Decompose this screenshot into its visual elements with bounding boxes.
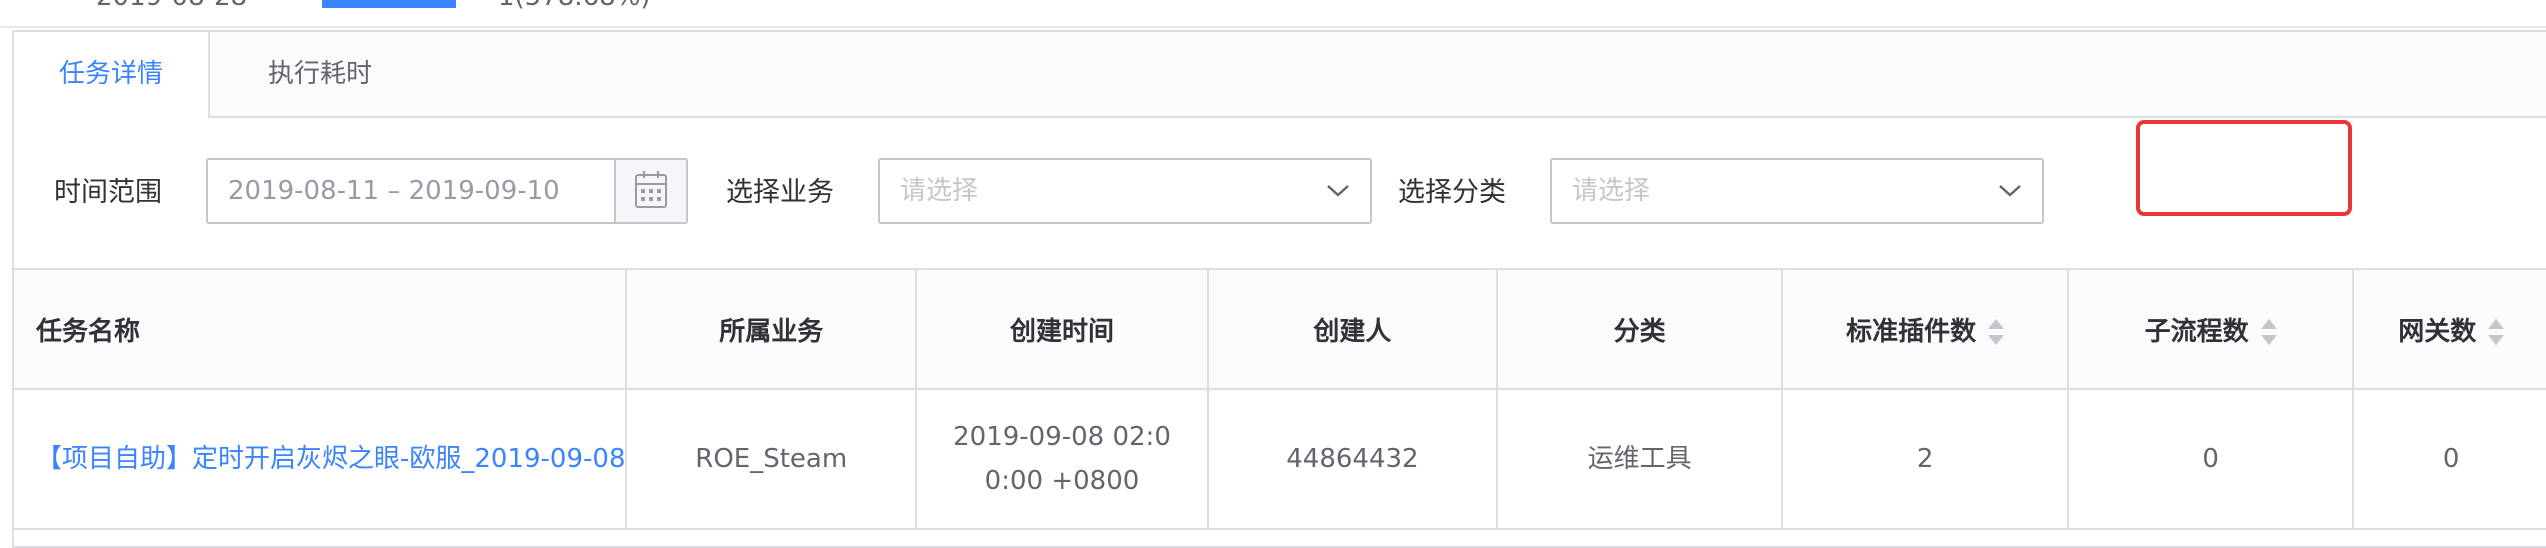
cell-plugin-count: 2: [1782, 389, 2069, 530]
cell-gateway-count: 0: [2353, 389, 2546, 530]
category-label: 选择分类: [1398, 177, 1506, 208]
table-header-row: 任务名称 所属业务 创建时间 创建人 分类 标准插件数 子流程数 网关数: [14, 270, 2546, 390]
header-created-time: 创建时间: [915, 270, 1209, 390]
tab-execution-time[interactable]: 执行耗时: [210, 32, 430, 116]
tab-task-details[interactable]: 任务详情: [14, 32, 210, 118]
chevron-down-icon: [1998, 180, 2022, 204]
header-creator: 创建人: [1207, 270, 1498, 390]
table-row: 【项目自助】定时开启灰烬之眼-欧服_2019-09-08 ROE_Steam 2…: [14, 389, 2546, 530]
tab-bar: 任务详情 执行耗时: [14, 32, 2546, 118]
header-business: 所属业务: [626, 270, 917, 390]
header-category: 分类: [1496, 270, 1784, 390]
sort-icon[interactable]: [2260, 319, 2277, 345]
sort-icon[interactable]: [1988, 319, 2005, 345]
category-select[interactable]: 请选择: [1550, 158, 2044, 224]
business-label: 选择业务: [726, 177, 834, 208]
previous-percent-text: 1(578.68%): [498, 0, 651, 12]
previous-date-text: 2019-08-28: [96, 0, 247, 12]
category-select-placeholder: 请选择: [1572, 176, 1651, 206]
date-range-picker[interactable]: 2019-08-11 – 2019-09-10: [206, 158, 688, 224]
date-range-value: 2019-08-11 – 2019-09-10: [228, 176, 560, 206]
task-name-link[interactable]: 【项目自助】定时开启灰烬之眼-欧服_2019-09-08: [14, 389, 628, 530]
chevron-down-icon: [1326, 180, 1350, 204]
header-gateway-count[interactable]: 网关数: [2353, 270, 2546, 390]
time-range-label: 时间范围: [54, 177, 162, 208]
task-table: 任务名称 所属业务 创建时间 创建人 分类 标准插件数 子流程数 网关数 【项目…: [14, 270, 2546, 530]
previous-progress-bar: [322, 0, 456, 8]
created-time-text: 2019-09-08 02:00:00 +0800: [953, 422, 1171, 496]
business-select-placeholder: 请选择: [900, 176, 979, 206]
cell-creator: 44864432: [1207, 389, 1498, 530]
header-plugin-count[interactable]: 标准插件数: [1782, 270, 2069, 390]
cell-created-time: 2019-09-08 02:00:00 +0800: [915, 389, 1209, 530]
previous-section-strip: 2019-08-28 1(578.68%): [0, 0, 2546, 28]
header-task-name: 任务名称: [14, 270, 628, 390]
cell-business: ROE_Steam: [626, 389, 917, 530]
cell-subprocess-count: 0: [2067, 389, 2355, 530]
highlight-annotation-box: [2136, 120, 2352, 216]
business-select[interactable]: 请选择: [878, 158, 1372, 224]
cell-category: 运维工具: [1496, 389, 1784, 530]
calendar-icon[interactable]: [614, 160, 686, 222]
task-panel: 任务详情 执行耗时 时间范围 2019-08-11 – 2019-09-10 选…: [12, 30, 2546, 548]
sort-icon[interactable]: [2488, 319, 2505, 345]
header-subprocess-count[interactable]: 子流程数: [2067, 270, 2355, 390]
